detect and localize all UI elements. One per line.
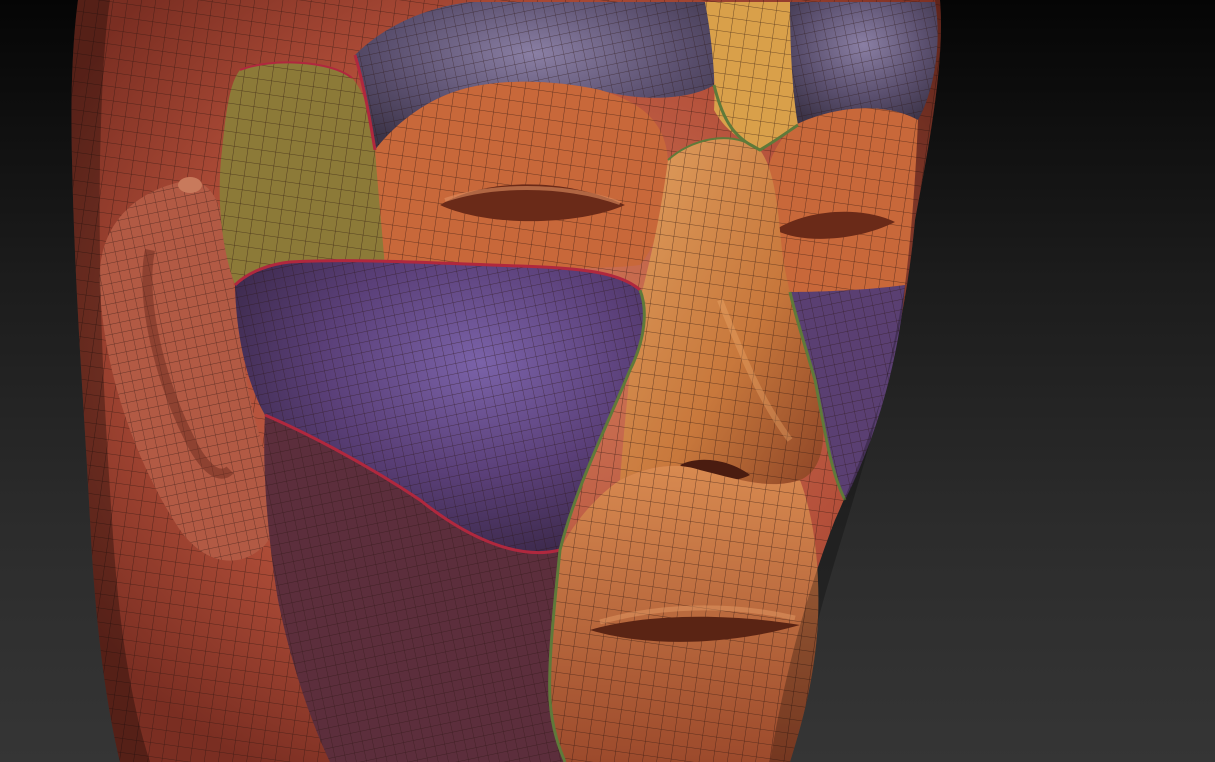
temple-polygroup [219, 62, 389, 285]
head-mesh-render [71, 0, 941, 762]
3d-viewport[interactable] [0, 0, 1215, 762]
left-eye-polygroup [375, 81, 669, 269]
right-eye-polygroup [765, 108, 918, 292]
